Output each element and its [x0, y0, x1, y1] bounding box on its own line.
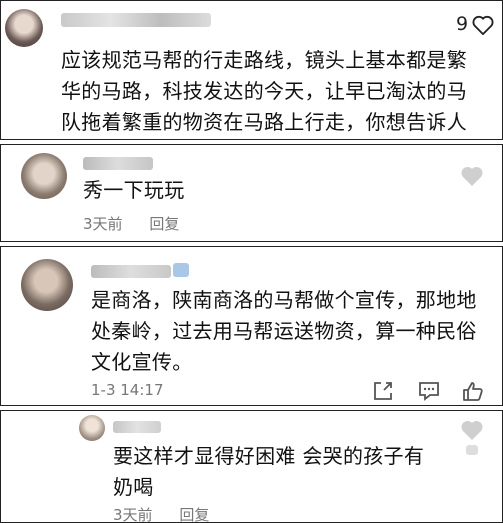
timestamp: 3天前 — [113, 506, 153, 523]
comment-text: 秀一下玩玩 — [83, 178, 185, 202]
comment-text: 应该规范马帮的行走路线，镜头上基本都是繁华的马路，科技发达的今天，让早已淘汰的马… — [61, 48, 467, 134]
avatar[interactable] — [21, 153, 67, 199]
avatar[interactable] — [79, 415, 105, 441]
comment-meta: 3天前 回复 — [113, 504, 231, 523]
heart-icon[interactable] — [460, 165, 484, 187]
comment-card-4: 要这样才显得好困难 会哭的孩子有奶喝 3天前 回复 — [0, 410, 503, 523]
comment-text: 是商洛，陕南商洛的马帮做个宣传，那地地处秦岭，过去用马帮运送物资，算一种民俗文化… — [91, 288, 477, 374]
comment-card-3: 是商洛，陕南商洛的马帮做个宣传，那地地处秦岭，过去用马帮运送物资，算一种民俗文化… — [0, 246, 503, 406]
timestamp: 1-3 14:17 — [91, 381, 164, 399]
comment-text: 要这样才显得好困难 会哭的孩子有奶喝 — [113, 444, 425, 499]
username-blurred[interactable] — [91, 265, 171, 278]
reply-button[interactable]: 回复 — [179, 506, 209, 522]
comment-card-2: 秀一下玩玩 3天前 回复 — [0, 144, 503, 242]
username-blurred[interactable] — [83, 157, 153, 170]
heart-icon[interactable] — [460, 419, 484, 441]
username-blurred[interactable] — [61, 13, 211, 27]
like-count: 9 — [456, 13, 469, 35]
username-blurred[interactable] — [113, 421, 161, 433]
avatar[interactable] — [5, 9, 43, 47]
heart-icon[interactable] — [472, 15, 494, 35]
comment-meta: 3天前 回复 — [83, 213, 201, 234]
like-count-blurred — [466, 445, 478, 455]
badge-blurred — [173, 263, 189, 277]
comment-card-1: 9 应该规范马帮的行走路线，镜头上基本都是繁华的马路，科技发达的今天，让早已淘汰… — [0, 0, 503, 140]
share-icon[interactable] — [372, 380, 394, 402]
comment-meta: 1-3 14:17 — [91, 381, 186, 399]
reply-button[interactable]: 回复 — [149, 215, 179, 233]
comment-icon[interactable] — [417, 380, 441, 402]
timestamp: 3天前 — [83, 215, 123, 233]
thumbs-up-icon[interactable] — [461, 380, 485, 402]
avatar[interactable] — [21, 259, 73, 311]
